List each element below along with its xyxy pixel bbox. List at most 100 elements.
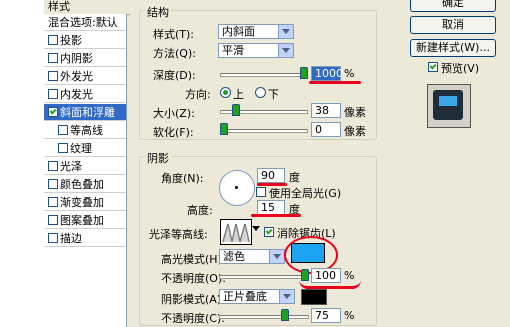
chevron-down-icon[interactable] xyxy=(252,226,260,231)
preview-checkbox[interactable] xyxy=(428,62,438,72)
style-checkbox[interactable] xyxy=(48,161,58,171)
red-annotation-mark xyxy=(299,280,361,289)
angle-label: 角度(N): xyxy=(161,172,204,185)
style-list-item[interactable]: 斜面和浮雕 xyxy=(44,104,126,121)
depth-input[interactable]: 1000 xyxy=(311,66,343,81)
altitude-input[interactable]: 15 xyxy=(257,200,285,215)
style-checkbox[interactable] xyxy=(48,179,58,189)
style-checkbox[interactable] xyxy=(58,125,68,135)
size-unit: 像素 xyxy=(344,106,366,119)
style-checkbox[interactable] xyxy=(48,71,58,81)
method-select-value: 平滑 xyxy=(222,44,244,57)
style-list-item[interactable]: 光泽 xyxy=(44,158,126,175)
style-select[interactable]: 内斜面 xyxy=(218,24,294,39)
new-style-button[interactable]: 新建样式(W)... xyxy=(410,39,496,57)
chevron-down-icon xyxy=(278,25,293,38)
highlight-opacity-slider[interactable] xyxy=(219,275,309,279)
highlight-mode-select[interactable]: 滤色 xyxy=(219,249,285,264)
direction-down-label: 下 xyxy=(268,88,279,101)
style-list-item[interactable]: 混合选项:默认 xyxy=(44,14,126,31)
style-list-item[interactable]: 外发光 xyxy=(44,68,126,85)
highlight-mode-label: 高光模式(H): xyxy=(161,253,226,266)
angle-input[interactable]: 90 xyxy=(257,168,285,183)
shadow-mode-value: 正片叠底 xyxy=(223,290,267,303)
angle-unit: 度 xyxy=(289,171,300,184)
shadow-opacity-unit: % xyxy=(344,309,355,322)
style-list-item-label: 图案叠加 xyxy=(60,214,104,227)
style-list-item-label: 投影 xyxy=(60,34,82,47)
style-checkbox[interactable] xyxy=(48,53,58,63)
shadow-mode-label: 阴影模式(A): xyxy=(161,293,225,306)
ok-button[interactable]: 确定 xyxy=(410,0,496,12)
style-list-item-label: 斜面和浮雕 xyxy=(60,106,115,119)
soften-label: 软化(F): xyxy=(153,126,194,139)
size-slider-thumb[interactable] xyxy=(232,104,240,116)
depth-slider[interactable] xyxy=(220,73,308,77)
styles-header: 样式 xyxy=(44,0,130,15)
style-list-item-label: 光泽 xyxy=(60,160,82,173)
shadow-opacity-slider[interactable] xyxy=(219,315,309,319)
depth-slider-thumb[interactable] xyxy=(300,67,308,79)
shading-legend: 阴影 xyxy=(145,150,171,166)
style-list-item-label: 纹理 xyxy=(70,142,92,155)
preview-highlight xyxy=(439,96,457,106)
gloss-contour-picker[interactable] xyxy=(220,219,252,245)
depth-label: 深度(D): xyxy=(153,69,196,82)
cancel-button[interactable]: 取消 xyxy=(410,16,496,34)
size-input[interactable]: 38 xyxy=(311,103,341,118)
style-checkbox[interactable] xyxy=(48,89,58,99)
style-list-item-label: 描边 xyxy=(60,232,82,245)
soften-input[interactable]: 0 xyxy=(311,122,341,137)
style-list-item-label: 内阴影 xyxy=(60,52,93,65)
style-checkbox[interactable] xyxy=(48,215,58,225)
method-label: 方法(Q): xyxy=(153,47,196,60)
direction-up-label: 上 xyxy=(233,88,244,101)
direction-up-radio[interactable] xyxy=(220,87,231,98)
gloss-contour-label: 光泽等高线: xyxy=(149,228,208,241)
soften-slider[interactable] xyxy=(220,129,308,133)
shadow-opacity-thumb[interactable] xyxy=(280,309,289,321)
size-label: 大小(Z): xyxy=(153,107,195,120)
style-preview-thumbnail xyxy=(427,84,471,128)
soften-unit: 像素 xyxy=(344,125,366,138)
global-light-checkbox[interactable] xyxy=(256,187,266,197)
shadow-opacity-label: 不透明度(C): xyxy=(161,312,225,325)
style-list-item[interactable]: 纹理 xyxy=(44,140,126,157)
style-list-item-label: 内发光 xyxy=(60,88,93,101)
bevel-emboss-panel: 结构 样式(T): 内斜面 方法(Q): 平滑 深度(D): 1000 % 方向… xyxy=(127,0,387,327)
style-checkbox[interactable] xyxy=(58,143,68,153)
style-select-value: 内斜面 xyxy=(222,25,255,38)
preview-label: 预览(V) xyxy=(441,62,480,75)
background-canvas xyxy=(0,0,45,327)
style-list-item[interactable]: 颜色叠加 xyxy=(44,176,126,193)
shadow-mode-select[interactable]: 正片叠底 xyxy=(219,289,295,304)
angle-dial[interactable] xyxy=(219,170,255,206)
red-annotation-mark xyxy=(309,81,361,84)
style-checkbox[interactable] xyxy=(48,35,58,45)
chevron-down-icon xyxy=(279,290,294,303)
anti-alias-checkbox[interactable] xyxy=(264,227,274,237)
method-select[interactable]: 平滑 xyxy=(218,43,294,58)
soften-slider-thumb[interactable] xyxy=(220,123,228,135)
style-list-item[interactable]: 内阴影 xyxy=(44,50,126,67)
style-checkbox[interactable] xyxy=(48,233,58,243)
highlight-opacity-label: 不透明度(O): xyxy=(161,272,226,285)
shadow-opacity-input[interactable]: 75 xyxy=(311,308,341,323)
style-list-item-label: 等高线 xyxy=(70,124,103,137)
chevron-down-icon xyxy=(269,250,284,263)
style-list-item[interactable]: 投影 xyxy=(44,32,126,49)
style-list-item[interactable]: 描边 xyxy=(44,230,126,247)
style-checkbox[interactable] xyxy=(48,197,58,207)
altitude-label: 高度: xyxy=(187,204,213,217)
structure-legend: 结构 xyxy=(145,4,171,20)
style-list-item[interactable]: 内发光 xyxy=(44,86,126,103)
style-checkbox[interactable] xyxy=(48,107,58,117)
style-list-item[interactable]: 等高线 xyxy=(44,122,126,139)
shadow-color-swatch[interactable] xyxy=(301,289,327,305)
style-list-item-label: 颜色叠加 xyxy=(60,178,104,191)
style-list-item[interactable]: 渐变叠加 xyxy=(44,194,126,211)
highlight-mode-value: 滤色 xyxy=(223,250,245,263)
direction-down-radio[interactable] xyxy=(255,87,266,98)
depth-unit: % xyxy=(344,67,355,80)
style-list-item[interactable]: 图案叠加 xyxy=(44,212,126,229)
